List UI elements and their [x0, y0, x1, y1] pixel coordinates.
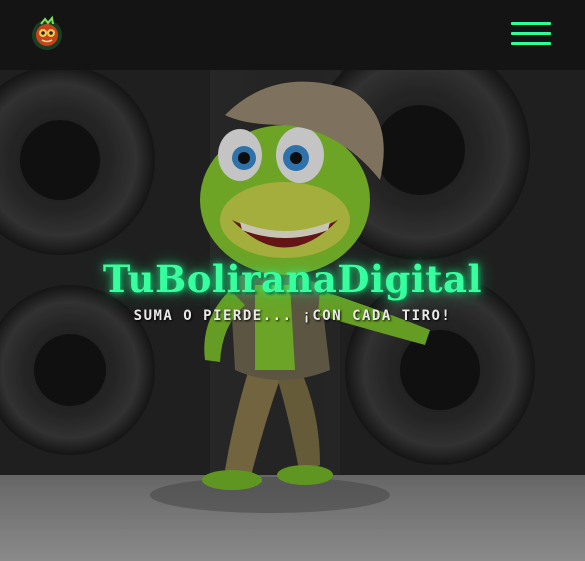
hamburger-menu-icon[interactable] [511, 22, 551, 46]
hero-section: TuBoliranaDigital SUMA O PIERDE... ¡CON … [0, 70, 585, 561]
hero-title: TuBoliranaDigital [102, 257, 483, 301]
hero-subtitle: SUMA O PIERDE... ¡CON CADA TIRO! [133, 308, 452, 324]
frog-ball-logo-icon[interactable] [29, 15, 65, 51]
top-navbar [0, 0, 585, 70]
